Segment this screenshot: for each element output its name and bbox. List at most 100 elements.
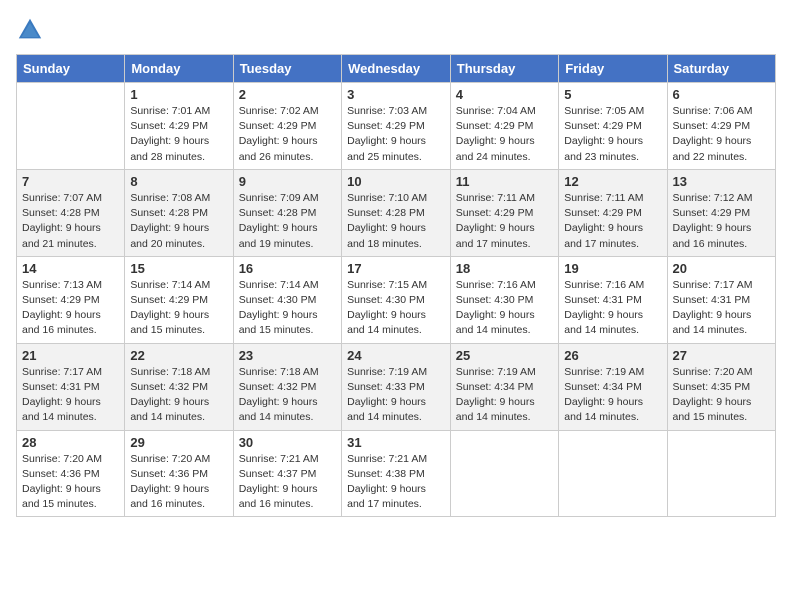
day-number: 5	[564, 87, 661, 102]
calendar-day-cell	[450, 430, 558, 517]
day-info: Sunrise: 7:18 AMSunset: 4:32 PMDaylight:…	[239, 365, 336, 426]
day-info: Sunrise: 7:07 AMSunset: 4:28 PMDaylight:…	[22, 191, 119, 252]
calendar-day-cell: 10 Sunrise: 7:10 AMSunset: 4:28 PMDayligh…	[342, 169, 451, 256]
calendar-day-cell	[17, 83, 125, 170]
calendar-week-row: 7 Sunrise: 7:07 AMSunset: 4:28 PMDaylight…	[17, 169, 776, 256]
calendar-day-cell: 5 Sunrise: 7:05 AMSunset: 4:29 PMDaylight…	[559, 83, 667, 170]
calendar-day-cell: 14Sunrise: 7:13 AMSunset: 4:29 PMDayligh…	[17, 256, 125, 343]
day-info: Sunrise: 7:11 AMSunset: 4:29 PMDaylight:…	[564, 191, 661, 252]
calendar-day-cell: 1 Sunrise: 7:01 AMSunset: 4:29 PMDaylight…	[125, 83, 233, 170]
day-number: 7	[22, 174, 119, 189]
day-info: Sunrise: 7:05 AMSunset: 4:29 PMDaylight:…	[564, 104, 661, 165]
calendar-day-cell: 25 Sunrise: 7:19 AMSunset: 4:34 PMDayligh…	[450, 343, 558, 430]
day-info: Sunrise: 7:06 AMSunset: 4:29 PMDaylight:…	[673, 104, 771, 165]
calendar-day-cell: 30 Sunrise: 7:21 AMSunset: 4:37 PMDayligh…	[233, 430, 341, 517]
day-info: Sunrise: 7:09 AMSunset: 4:28 PMDaylight:…	[239, 191, 336, 252]
day-info: Sunrise: 7:20 AMSunset: 4:36 PMDaylight:…	[130, 452, 227, 513]
day-info: Sunrise: 7:20 AMSunset: 4:36 PMDaylight:…	[22, 452, 119, 513]
day-info: Sunrise: 7:19 AMSunset: 4:33 PMDaylight:…	[347, 365, 445, 426]
calendar-day-cell: 3 Sunrise: 7:03 AMSunset: 4:29 PMDaylight…	[342, 83, 451, 170]
logo	[16, 16, 48, 44]
calendar-weekday-header: Saturday	[667, 55, 776, 83]
day-number: 21	[22, 348, 119, 363]
calendar-day-cell: 15 Sunrise: 7:14 AMSunset: 4:29 PMDayligh…	[125, 256, 233, 343]
day-info: Sunrise: 7:18 AMSunset: 4:32 PMDaylight:…	[130, 365, 227, 426]
day-number: 6	[673, 87, 771, 102]
day-number: 4	[456, 87, 553, 102]
calendar-header-row: SundayMondayTuesdayWednesdayThursdayFrid…	[17, 55, 776, 83]
calendar-weekday-header: Thursday	[450, 55, 558, 83]
calendar-week-row: 14Sunrise: 7:13 AMSunset: 4:29 PMDayligh…	[17, 256, 776, 343]
day-number: 22	[130, 348, 227, 363]
day-info: Sunrise: 7:12 AMSunset: 4:29 PMDaylight:…	[673, 191, 771, 252]
day-info: Sunrise: 7:20 AMSunset: 4:35 PMDaylight:…	[673, 365, 771, 426]
day-number: 10	[347, 174, 445, 189]
calendar-day-cell: 26 Sunrise: 7:19 AMSunset: 4:34 PMDayligh…	[559, 343, 667, 430]
calendar-day-cell: 4 Sunrise: 7:04 AMSunset: 4:29 PMDaylight…	[450, 83, 558, 170]
day-info: Sunrise: 7:15 AMSunset: 4:30 PMDaylight:…	[347, 278, 445, 339]
day-number: 19	[564, 261, 661, 276]
calendar-day-cell	[667, 430, 776, 517]
calendar-day-cell: 24Sunrise: 7:19 AMSunset: 4:33 PMDayligh…	[342, 343, 451, 430]
day-number: 16	[239, 261, 336, 276]
day-number: 13	[673, 174, 771, 189]
calendar-day-cell: 8Sunrise: 7:08 AMSunset: 4:28 PMDaylight…	[125, 169, 233, 256]
calendar-day-cell: 2 Sunrise: 7:02 AMSunset: 4:29 PMDaylight…	[233, 83, 341, 170]
day-number: 2	[239, 87, 336, 102]
calendar-day-cell: 9 Sunrise: 7:09 AMSunset: 4:28 PMDaylight…	[233, 169, 341, 256]
page-header	[16, 16, 776, 44]
day-info: Sunrise: 7:21 AMSunset: 4:38 PMDaylight:…	[347, 452, 445, 513]
day-number: 3	[347, 87, 445, 102]
calendar-week-row: 21 Sunrise: 7:17 AMSunset: 4:31 PMDayligh…	[17, 343, 776, 430]
day-info: Sunrise: 7:02 AMSunset: 4:29 PMDaylight:…	[239, 104, 336, 165]
day-number: 20	[673, 261, 771, 276]
day-info: Sunrise: 7:10 AMSunset: 4:28 PMDaylight:…	[347, 191, 445, 252]
day-number: 31	[347, 435, 445, 450]
day-number: 15	[130, 261, 227, 276]
day-info: Sunrise: 7:17 AMSunset: 4:31 PMDaylight:…	[673, 278, 771, 339]
calendar-day-cell: 31 Sunrise: 7:21 AMSunset: 4:38 PMDayligh…	[342, 430, 451, 517]
calendar-day-cell: 20 Sunrise: 7:17 AMSunset: 4:31 PMDayligh…	[667, 256, 776, 343]
day-info: Sunrise: 7:21 AMSunset: 4:37 PMDaylight:…	[239, 452, 336, 513]
calendar-weekday-header: Friday	[559, 55, 667, 83]
day-info: Sunrise: 7:19 AMSunset: 4:34 PMDaylight:…	[564, 365, 661, 426]
calendar-day-cell: 12 Sunrise: 7:11 AMSunset: 4:29 PMDayligh…	[559, 169, 667, 256]
calendar-day-cell: 17 Sunrise: 7:15 AMSunset: 4:30 PMDayligh…	[342, 256, 451, 343]
calendar-day-cell: 7 Sunrise: 7:07 AMSunset: 4:28 PMDaylight…	[17, 169, 125, 256]
logo-icon	[16, 16, 44, 44]
day-number: 9	[239, 174, 336, 189]
calendar-day-cell: 16 Sunrise: 7:14 AMSunset: 4:30 PMDayligh…	[233, 256, 341, 343]
calendar-day-cell: 23 Sunrise: 7:18 AMSunset: 4:32 PMDayligh…	[233, 343, 341, 430]
calendar-day-cell: 18 Sunrise: 7:16 AMSunset: 4:30 PMDayligh…	[450, 256, 558, 343]
day-number: 12	[564, 174, 661, 189]
day-info: Sunrise: 7:04 AMSunset: 4:29 PMDaylight:…	[456, 104, 553, 165]
day-info: Sunrise: 7:14 AMSunset: 4:29 PMDaylight:…	[130, 278, 227, 339]
day-info: Sunrise: 7:16 AMSunset: 4:31 PMDaylight:…	[564, 278, 661, 339]
calendar-week-row: 1 Sunrise: 7:01 AMSunset: 4:29 PMDaylight…	[17, 83, 776, 170]
calendar-day-cell: 11Sunrise: 7:11 AMSunset: 4:29 PMDayligh…	[450, 169, 558, 256]
calendar-table: SundayMondayTuesdayWednesdayThursdayFrid…	[16, 54, 776, 517]
day-info: Sunrise: 7:14 AMSunset: 4:30 PMDaylight:…	[239, 278, 336, 339]
day-number: 8	[130, 174, 227, 189]
day-number: 30	[239, 435, 336, 450]
day-info: Sunrise: 7:01 AMSunset: 4:29 PMDaylight:…	[130, 104, 227, 165]
day-number: 25	[456, 348, 553, 363]
day-number: 26	[564, 348, 661, 363]
day-number: 27	[673, 348, 771, 363]
calendar-weekday-header: Wednesday	[342, 55, 451, 83]
day-info: Sunrise: 7:13 AMSunset: 4:29 PMDaylight:…	[22, 278, 119, 339]
day-info: Sunrise: 7:03 AMSunset: 4:29 PMDaylight:…	[347, 104, 445, 165]
calendar-body: 1 Sunrise: 7:01 AMSunset: 4:29 PMDaylight…	[17, 83, 776, 517]
day-number: 18	[456, 261, 553, 276]
calendar-day-cell: 29 Sunrise: 7:20 AMSunset: 4:36 PMDayligh…	[125, 430, 233, 517]
day-number: 23	[239, 348, 336, 363]
calendar-day-cell: 22 Sunrise: 7:18 AMSunset: 4:32 PMDayligh…	[125, 343, 233, 430]
calendar-week-row: 28Sunrise: 7:20 AMSunset: 4:36 PMDayligh…	[17, 430, 776, 517]
day-number: 17	[347, 261, 445, 276]
day-info: Sunrise: 7:17 AMSunset: 4:31 PMDaylight:…	[22, 365, 119, 426]
day-info: Sunrise: 7:16 AMSunset: 4:30 PMDaylight:…	[456, 278, 553, 339]
day-number: 29	[130, 435, 227, 450]
day-info: Sunrise: 7:19 AMSunset: 4:34 PMDaylight:…	[456, 365, 553, 426]
day-number: 1	[130, 87, 227, 102]
day-info: Sunrise: 7:11 AMSunset: 4:29 PMDaylight:…	[456, 191, 553, 252]
